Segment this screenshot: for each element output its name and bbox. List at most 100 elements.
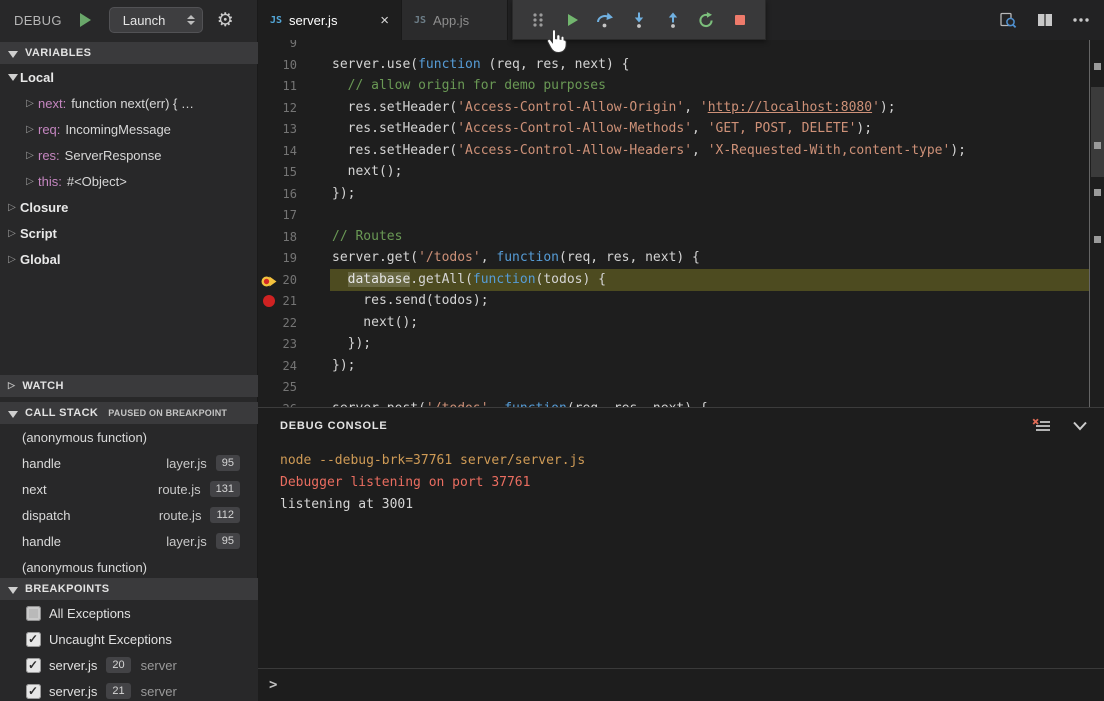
breakpoint-checkbox[interactable]: ✓ bbox=[26, 658, 41, 673]
code-line[interactable]: 21 res.send(todos); bbox=[258, 290, 1104, 312]
line-number: 22 bbox=[258, 312, 297, 334]
paused-status-badge: PAUSED ON BREAKPOINT bbox=[108, 408, 227, 418]
code-line[interactable]: 14 res.setHeader('Access-Control-Allow-H… bbox=[258, 140, 1104, 162]
scrollbar-thumb[interactable] bbox=[1091, 87, 1104, 177]
code-line[interactable]: 12 res.setHeader('Access-Control-Allow-O… bbox=[258, 97, 1104, 119]
code-line[interactable]: 20 database.getAll(function(todos) { bbox=[258, 269, 1104, 291]
console-input-row[interactable]: > bbox=[258, 668, 1104, 701]
code-line[interactable]: 16}); bbox=[258, 183, 1104, 205]
step-into-button[interactable] bbox=[626, 7, 652, 33]
stack-frame[interactable]: nextroute.js131 bbox=[0, 476, 258, 502]
code-line[interactable]: 26server.post('/todos', function(req, re… bbox=[258, 398, 1104, 408]
more-actions-icon[interactable] bbox=[1072, 11, 1090, 29]
code-line[interactable]: 17 bbox=[258, 204, 1104, 226]
breakpoint-row[interactable]: ✓ Uncaught Exceptions bbox=[0, 626, 258, 652]
variable-row[interactable]: ▷this:#<Object> bbox=[0, 168, 258, 194]
code-line[interactable]: 10 server.use(function (req, res, next) { bbox=[258, 54, 1104, 76]
start-debug-icon[interactable] bbox=[80, 13, 91, 27]
editor-actions bbox=[999, 0, 1104, 40]
line-content: res.setHeader('Access-Control-Allow-Head… bbox=[332, 140, 966, 162]
line-number: 10 bbox=[258, 54, 297, 76]
code-line[interactable]: 19server.get('/todos', function(req, res… bbox=[258, 247, 1104, 269]
line-number: 18 bbox=[258, 226, 297, 248]
variable-row[interactable]: ▷res:ServerResponse bbox=[0, 142, 258, 168]
breakpoint-label: Uncaught Exceptions bbox=[49, 632, 172, 647]
code-line[interactable]: 23 }); bbox=[258, 333, 1104, 355]
stack-frame[interactable]: handlelayer.js95 bbox=[0, 450, 258, 476]
launch-configuration-select[interactable]: Launch bbox=[109, 7, 203, 33]
tab-server-js[interactable]: JS server.js × bbox=[258, 0, 402, 40]
code-line[interactable]: 24}); bbox=[258, 355, 1104, 377]
chevron-collapsed-icon: ▷ bbox=[6, 202, 18, 213]
code-line[interactable]: 15 next(); bbox=[258, 161, 1104, 183]
line-number: 16 bbox=[258, 183, 297, 205]
breakpoint-line-badge: 21 bbox=[106, 683, 130, 699]
breakpoint-checkbox[interactable]: ✓ bbox=[26, 632, 41, 647]
stack-frame[interactable]: (anonymous function) bbox=[0, 424, 258, 450]
code-line[interactable]: 11 // allow origin for demo purposes bbox=[258, 75, 1104, 97]
variable-name: res: bbox=[38, 148, 60, 163]
section-header-watch[interactable]: ▷ WATCH bbox=[0, 375, 258, 397]
close-tab-icon[interactable]: × bbox=[370, 12, 389, 29]
chevron-expanded-icon bbox=[8, 411, 18, 418]
stack-frame[interactable]: (anonymous function) bbox=[0, 554, 258, 580]
code-line[interactable]: 9 bbox=[258, 40, 1104, 54]
variable-value: ServerResponse bbox=[65, 148, 162, 163]
breakpoint-checkbox[interactable] bbox=[26, 606, 41, 621]
scope-row-local[interactable]: Local bbox=[0, 64, 258, 90]
code-line[interactable]: 22 next(); bbox=[258, 312, 1104, 334]
frame-function-name: (anonymous function) bbox=[22, 560, 147, 575]
javascript-file-icon: JS bbox=[270, 15, 282, 26]
line-number: 25 bbox=[258, 376, 297, 398]
split-editor-icon[interactable] bbox=[1036, 11, 1054, 29]
line-content: server.use(function (req, res, next) { bbox=[332, 54, 629, 76]
line-number: 26 bbox=[258, 398, 297, 408]
stack-frame[interactable]: dispatchroute.js112 bbox=[0, 502, 258, 528]
section-header-call-stack[interactable]: CALL STACK PAUSED ON BREAKPOINT bbox=[0, 402, 258, 424]
editor-group: JS server.js × JS App.js bbox=[258, 0, 1104, 701]
frame-file-name: layer.js bbox=[166, 534, 206, 549]
stop-button[interactable] bbox=[727, 7, 753, 33]
variable-row[interactable]: ▷req:IncomingMessage bbox=[0, 116, 258, 142]
code-editor[interactable]: 910 server.use(function (req, res, next) … bbox=[258, 40, 1104, 407]
code-line[interactable]: 25 bbox=[258, 376, 1104, 398]
line-content: }); bbox=[332, 355, 355, 377]
variable-name: next: bbox=[38, 96, 66, 111]
scope-row-closure[interactable]: ▷Closure bbox=[0, 194, 258, 220]
step-over-button[interactable] bbox=[592, 7, 618, 33]
code-line[interactable]: 18 // Routes bbox=[258, 226, 1104, 248]
scrollbar[interactable] bbox=[1089, 40, 1104, 407]
variable-row[interactable]: ▷next:function next(err) { … bbox=[0, 90, 258, 116]
section-header-breakpoints[interactable]: BREAKPOINTS bbox=[0, 578, 258, 600]
variable-value: function next(err) { … bbox=[71, 96, 194, 111]
console-line: listening at 3001 bbox=[280, 494, 1104, 516]
scope-row-script[interactable]: ▷Script bbox=[0, 220, 258, 246]
gear-icon[interactable]: ⚙ bbox=[217, 11, 234, 30]
line-content: database.getAll(function(todos) { bbox=[332, 269, 606, 291]
line-content: // Routes bbox=[332, 226, 402, 248]
overview-ruler-marker bbox=[1094, 236, 1101, 243]
breakpoint-checkbox[interactable]: ✓ bbox=[26, 684, 41, 699]
line-number: 9 bbox=[258, 40, 297, 54]
section-header-variables[interactable]: VARIABLES bbox=[0, 42, 258, 64]
scope-row-global[interactable]: ▷Global bbox=[0, 246, 258, 272]
clear-console-icon[interactable] bbox=[1031, 418, 1052, 435]
collapse-panel-chevron-icon[interactable] bbox=[1072, 420, 1088, 432]
step-out-button[interactable] bbox=[660, 7, 686, 33]
launch-configuration-label: Launch bbox=[123, 13, 166, 28]
breakpoints-list: All Exceptions✓Uncaught Exceptions✓serve… bbox=[0, 600, 258, 701]
code-line[interactable]: 13 res.setHeader('Access-Control-Allow-M… bbox=[258, 118, 1104, 140]
panel-title[interactable]: DEBUG CONSOLE bbox=[280, 420, 388, 432]
breakpoint-row[interactable]: ✓server.js20server bbox=[0, 652, 258, 678]
tab-app-js[interactable]: JS App.js bbox=[402, 0, 508, 40]
open-preview-icon[interactable] bbox=[999, 11, 1018, 30]
stack-frame[interactable]: handlelayer.js95 bbox=[0, 528, 258, 554]
debug-console-panel: DEBUG CONSOLE node --debug-brk=37761 ser… bbox=[258, 407, 1104, 701]
chevron-collapsed-icon: ▷ bbox=[24, 124, 36, 135]
javascript-file-icon: JS bbox=[414, 15, 426, 26]
frame-function-name: next bbox=[22, 482, 47, 497]
breakpoint-row[interactable]: ✓server.js21server bbox=[0, 678, 258, 701]
restart-button[interactable] bbox=[693, 7, 719, 33]
breakpoint-label: server.js bbox=[49, 684, 97, 699]
breakpoint-row[interactable]: All Exceptions bbox=[0, 600, 258, 626]
